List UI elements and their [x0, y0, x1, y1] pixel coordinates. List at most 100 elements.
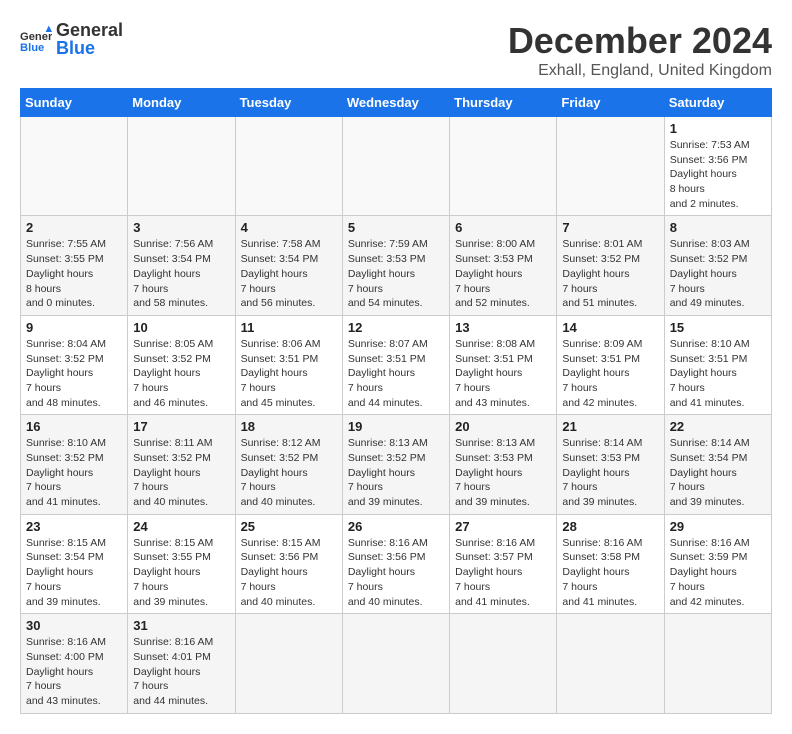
day-info: Sunrise: 8:16 AM Sunset: 3:59 PM Dayligh… — [670, 536, 766, 609]
calendar-cell — [128, 117, 235, 216]
day-info: Sunrise: 8:15 AM Sunset: 3:56 PM Dayligh… — [241, 536, 337, 609]
logo: General Blue General Blue — [20, 20, 123, 59]
calendar-week-1: 1 Sunrise: 7:53 AM Sunset: 3:56 PM Dayli… — [21, 117, 772, 216]
day-number: 13 — [455, 320, 551, 335]
day-number: 15 — [670, 320, 766, 335]
calendar-cell: 16 Sunrise: 8:10 AM Sunset: 3:52 PM Dayl… — [21, 415, 128, 514]
calendar-cell — [235, 117, 342, 216]
day-number: 14 — [562, 320, 658, 335]
calendar-cell: 26 Sunrise: 8:16 AM Sunset: 3:56 PM Dayl… — [342, 514, 449, 613]
calendar-cell: 21 Sunrise: 8:14 AM Sunset: 3:53 PM Dayl… — [557, 415, 664, 514]
day-info: Sunrise: 8:03 AM Sunset: 3:52 PM Dayligh… — [670, 237, 766, 310]
calendar-week-2: 2 Sunrise: 7:55 AM Sunset: 3:55 PM Dayli… — [21, 216, 772, 315]
col-saturday: Saturday — [664, 89, 771, 117]
day-info: Sunrise: 8:01 AM Sunset: 3:52 PM Dayligh… — [562, 237, 658, 310]
day-number: 19 — [348, 419, 444, 434]
day-number: 12 — [348, 320, 444, 335]
calendar-cell: 22 Sunrise: 8:14 AM Sunset: 3:54 PM Dayl… — [664, 415, 771, 514]
day-info: Sunrise: 8:13 AM Sunset: 3:52 PM Dayligh… — [348, 436, 444, 509]
page-header: General Blue General Blue December 2024 … — [20, 20, 772, 80]
day-info: Sunrise: 8:10 AM Sunset: 3:51 PM Dayligh… — [670, 337, 766, 410]
calendar-cell: 11 Sunrise: 8:06 AM Sunset: 3:51 PM Dayl… — [235, 315, 342, 414]
calendar-cell — [664, 614, 771, 713]
calendar-cell: 2 Sunrise: 7:55 AM Sunset: 3:55 PM Dayli… — [21, 216, 128, 315]
day-number: 6 — [455, 220, 551, 235]
calendar-cell: 27 Sunrise: 8:16 AM Sunset: 3:57 PM Dayl… — [450, 514, 557, 613]
col-friday: Friday — [557, 89, 664, 117]
calendar-cell — [342, 117, 449, 216]
day-number: 1 — [670, 121, 766, 136]
calendar-cell — [21, 117, 128, 216]
day-info: Sunrise: 8:09 AM Sunset: 3:51 PM Dayligh… — [562, 337, 658, 410]
day-number: 20 — [455, 419, 551, 434]
day-number: 3 — [133, 220, 229, 235]
calendar-cell — [557, 614, 664, 713]
calendar-cell: 8 Sunrise: 8:03 AM Sunset: 3:52 PM Dayli… — [664, 216, 771, 315]
calendar-week-4: 16 Sunrise: 8:10 AM Sunset: 3:52 PM Dayl… — [21, 415, 772, 514]
day-info: Sunrise: 8:16 AM Sunset: 4:01 PM Dayligh… — [133, 635, 229, 708]
calendar-cell: 12 Sunrise: 8:07 AM Sunset: 3:51 PM Dayl… — [342, 315, 449, 414]
day-number: 4 — [241, 220, 337, 235]
calendar-cell: 24 Sunrise: 8:15 AM Sunset: 3:55 PM Dayl… — [128, 514, 235, 613]
calendar-cell: 30 Sunrise: 8:16 AM Sunset: 4:00 PM Dayl… — [21, 614, 128, 713]
calendar-cell: 3 Sunrise: 7:56 AM Sunset: 3:54 PM Dayli… — [128, 216, 235, 315]
day-info: Sunrise: 8:12 AM Sunset: 3:52 PM Dayligh… — [241, 436, 337, 509]
calendar-cell — [342, 614, 449, 713]
calendar-cell: 5 Sunrise: 7:59 AM Sunset: 3:53 PM Dayli… — [342, 216, 449, 315]
day-number: 5 — [348, 220, 444, 235]
day-number: 2 — [26, 220, 122, 235]
calendar-cell: 28 Sunrise: 8:16 AM Sunset: 3:58 PM Dayl… — [557, 514, 664, 613]
day-info: Sunrise: 7:53 AM Sunset: 3:56 PM Dayligh… — [670, 138, 766, 211]
calendar-cell — [557, 117, 664, 216]
day-info: Sunrise: 7:59 AM Sunset: 3:53 PM Dayligh… — [348, 237, 444, 310]
col-wednesday: Wednesday — [342, 89, 449, 117]
location-subtitle: Exhall, England, United Kingdom — [508, 62, 772, 80]
day-info: Sunrise: 8:05 AM Sunset: 3:52 PM Dayligh… — [133, 337, 229, 410]
calendar-cell: 10 Sunrise: 8:05 AM Sunset: 3:52 PM Dayl… — [128, 315, 235, 414]
calendar-cell: 29 Sunrise: 8:16 AM Sunset: 3:59 PM Dayl… — [664, 514, 771, 613]
day-info: Sunrise: 8:10 AM Sunset: 3:52 PM Dayligh… — [26, 436, 122, 509]
calendar-cell: 1 Sunrise: 7:53 AM Sunset: 3:56 PM Dayli… — [664, 117, 771, 216]
calendar-cell: 7 Sunrise: 8:01 AM Sunset: 3:52 PM Dayli… — [557, 216, 664, 315]
calendar-cell: 25 Sunrise: 8:15 AM Sunset: 3:56 PM Dayl… — [235, 514, 342, 613]
day-number: 23 — [26, 519, 122, 534]
calendar-cell: 9 Sunrise: 8:04 AM Sunset: 3:52 PM Dayli… — [21, 315, 128, 414]
calendar-cell — [235, 614, 342, 713]
day-info: Sunrise: 7:56 AM Sunset: 3:54 PM Dayligh… — [133, 237, 229, 310]
day-number: 30 — [26, 618, 122, 633]
calendar-cell: 13 Sunrise: 8:08 AM Sunset: 3:51 PM Dayl… — [450, 315, 557, 414]
day-info: Sunrise: 8:16 AM Sunset: 3:58 PM Dayligh… — [562, 536, 658, 609]
day-info: Sunrise: 8:04 AM Sunset: 3:52 PM Dayligh… — [26, 337, 122, 410]
calendar-cell: 20 Sunrise: 8:13 AM Sunset: 3:53 PM Dayl… — [450, 415, 557, 514]
svg-text:Blue: Blue — [20, 42, 44, 54]
day-number: 9 — [26, 320, 122, 335]
calendar-cell: 15 Sunrise: 8:10 AM Sunset: 3:51 PM Dayl… — [664, 315, 771, 414]
day-number: 25 — [241, 519, 337, 534]
calendar-body: 1 Sunrise: 7:53 AM Sunset: 3:56 PM Dayli… — [21, 117, 772, 714]
day-info: Sunrise: 8:07 AM Sunset: 3:51 PM Dayligh… — [348, 337, 444, 410]
calendar-cell: 17 Sunrise: 8:11 AM Sunset: 3:52 PM Dayl… — [128, 415, 235, 514]
calendar-table: Sunday Monday Tuesday Wednesday Thursday… — [20, 88, 772, 714]
day-info: Sunrise: 7:58 AM Sunset: 3:54 PM Dayligh… — [241, 237, 337, 310]
day-number: 24 — [133, 519, 229, 534]
title-area: December 2024 Exhall, England, United Ki… — [508, 20, 772, 80]
day-number: 10 — [133, 320, 229, 335]
calendar-cell: 18 Sunrise: 8:12 AM Sunset: 3:52 PM Dayl… — [235, 415, 342, 514]
day-info: Sunrise: 8:06 AM Sunset: 3:51 PM Dayligh… — [241, 337, 337, 410]
calendar-cell — [450, 614, 557, 713]
calendar-week-6: 30 Sunrise: 8:16 AM Sunset: 4:00 PM Dayl… — [21, 614, 772, 713]
day-number: 31 — [133, 618, 229, 633]
day-number: 11 — [241, 320, 337, 335]
day-info: Sunrise: 7:55 AM Sunset: 3:55 PM Dayligh… — [26, 237, 122, 310]
calendar-week-5: 23 Sunrise: 8:15 AM Sunset: 3:54 PM Dayl… — [21, 514, 772, 613]
calendar-header: Sunday Monday Tuesday Wednesday Thursday… — [21, 89, 772, 117]
day-number: 7 — [562, 220, 658, 235]
calendar-cell: 4 Sunrise: 7:58 AM Sunset: 3:54 PM Dayli… — [235, 216, 342, 315]
month-title: December 2024 — [508, 20, 772, 62]
day-number: 8 — [670, 220, 766, 235]
day-number: 18 — [241, 419, 337, 434]
calendar-cell: 14 Sunrise: 8:09 AM Sunset: 3:51 PM Dayl… — [557, 315, 664, 414]
day-info: Sunrise: 8:14 AM Sunset: 3:54 PM Dayligh… — [670, 436, 766, 509]
day-number: 16 — [26, 419, 122, 434]
calendar-cell — [450, 117, 557, 216]
